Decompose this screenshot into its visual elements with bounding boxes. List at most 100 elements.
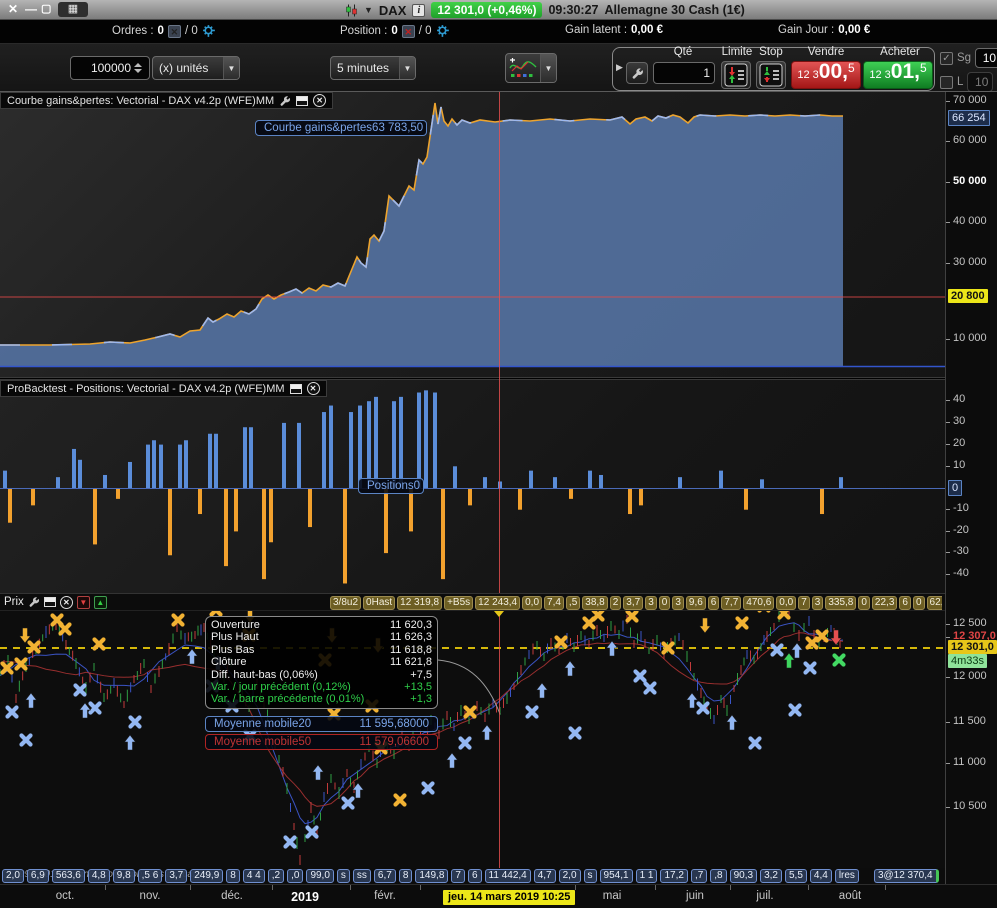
trade-chip: 335,8 bbox=[825, 596, 857, 610]
price-axis[interactable]: 70 000 66 254 60 000 50 000 40 000 30 000 20 8… bbox=[945, 92, 997, 884]
price-panel-title: Prix bbox=[4, 596, 24, 608]
instrument-header: ▼ DAX i 12 301,0 (+0,46%) 09:30:27 Allem… bbox=[345, 0, 745, 20]
close-panel-icon[interactable]: ✕ bbox=[313, 94, 327, 107]
restore-window-icon[interactable] bbox=[296, 95, 309, 106]
close-panel-icon[interactable]: ✕ bbox=[306, 382, 320, 395]
trade-chip: 22,3 bbox=[871, 596, 898, 610]
axis-tick bbox=[655, 885, 656, 890]
ma50-label[interactable]: Moyenne mobile50 11 579,06600 bbox=[205, 734, 438, 750]
stop-gain-pts-input[interactable]: 10 bbox=[975, 48, 997, 68]
axis-value-highlight: 66 254 bbox=[948, 110, 990, 126]
minimize-window-icon[interactable]: — bbox=[25, 2, 37, 17]
axis-tick bbox=[105, 885, 106, 890]
trade-chip: 3 bbox=[645, 596, 657, 610]
sell-price-main: 00, bbox=[818, 60, 848, 83]
trade-chip: 7 bbox=[451, 869, 465, 883]
quantity-spinner[interactable] bbox=[131, 63, 145, 73]
trade-marker-arrow bbox=[24, 692, 38, 709]
positions-label[interactable]: Positions 0 bbox=[358, 478, 424, 494]
trade-marker-cross bbox=[777, 611, 791, 620]
ma20-label-value: 11 595,68000 bbox=[359, 718, 430, 730]
stop-loss-pts-input[interactable]: 10 bbox=[967, 72, 994, 92]
chevron-down-icon: ▼ bbox=[540, 54, 556, 82]
restore-window-icon[interactable] bbox=[43, 597, 56, 607]
price-chart-panel[interactable]: Ouverture 11 620,3 Plus Haut 11 626,3 Plus B… bbox=[0, 611, 945, 868]
quantity-stepper[interactable]: 100000 bbox=[70, 56, 150, 80]
candlestick-icon[interactable] bbox=[345, 4, 358, 17]
time-axis[interactable]: jeu. 14 mars 2019 10:25 oct. nov. déc. 2019… bbox=[0, 884, 997, 908]
position-settings-icon[interactable] bbox=[436, 24, 451, 38]
maximize-window-icon[interactable]: ▢ bbox=[41, 2, 51, 17]
instrument-name[interactable]: DAX bbox=[379, 3, 406, 18]
trade-marker-arrow bbox=[790, 642, 804, 659]
buy-button[interactable]: 12 3 01, 5 bbox=[863, 61, 933, 89]
unrealized-gain-label: Gain latent : bbox=[565, 24, 628, 36]
tooltip-row: Var. / barre précédente (0,01%) +1,3 bbox=[211, 693, 432, 705]
trade-chip: 6,7 bbox=[373, 869, 396, 883]
wrench-icon[interactable] bbox=[279, 95, 291, 107]
axis-tick bbox=[946, 531, 950, 532]
limit-order-button[interactable] bbox=[721, 61, 751, 89]
trade-chip: 0,0 bbox=[776, 596, 797, 610]
clock-time: 09:30:27 bbox=[548, 3, 599, 17]
equity-curve-panel[interactable]: Courbe gains&pertes: Vectorial - DAX v4.… bbox=[0, 92, 945, 377]
trade-marker-cross bbox=[393, 793, 407, 807]
close-position-icon[interactable]: ✕ bbox=[401, 24, 415, 38]
trade-marker-cross bbox=[832, 653, 846, 667]
trade-chip: 12 243,4 bbox=[475, 596, 521, 610]
axis-tick bbox=[808, 885, 809, 890]
buy-price-sup: 5 bbox=[919, 61, 927, 75]
positions-bar-chart[interactable] bbox=[0, 380, 945, 593]
restore-window-icon[interactable] bbox=[289, 383, 302, 394]
chart-type-button[interactable]: ▼ bbox=[505, 53, 557, 83]
axis-tick bbox=[946, 509, 950, 510]
trade-chip: 9,6 bbox=[685, 596, 706, 610]
collapse-panel-icon[interactable]: ▶ bbox=[616, 62, 623, 73]
close-panel-icon[interactable]: ✕ bbox=[59, 595, 73, 609]
trade-chip: 2 bbox=[609, 596, 622, 610]
trade-marker-cross bbox=[458, 736, 472, 750]
equity-panel-title: Courbe gains&pertes: Vectorial - DAX v4.… bbox=[7, 94, 275, 107]
stop-gain-checkbox[interactable]: ✓ bbox=[940, 51, 953, 65]
trade-marker-arrow bbox=[685, 692, 699, 709]
ma20-label-text: Moyenne mobile20 bbox=[214, 718, 312, 730]
positions-panel[interactable]: ProBacktest - Positions: Vectorial - DAX… bbox=[0, 380, 945, 593]
keyboard-icon[interactable]: ▦ bbox=[58, 2, 88, 17]
price-panel-header: Prix ✕ ▼ ▲ 3/8u2 0Hast 12 319,8 +B5s 12 243,… bbox=[0, 593, 945, 611]
equity-curve-label[interactable]: Courbe gains&pertes 63 783,50 bbox=[255, 120, 427, 136]
trade-chip: 7 bbox=[798, 596, 810, 610]
trade-chip: 11 442,4 bbox=[484, 869, 531, 883]
sell-button[interactable]: 12 3 00, 5 bbox=[791, 61, 861, 89]
ma20-label[interactable]: Moyenne mobile20 11 595,68000 bbox=[205, 716, 438, 732]
stop-gain-label: Sg bbox=[957, 52, 972, 64]
stop-order-button[interactable] bbox=[756, 61, 786, 89]
qty-value: 1 bbox=[703, 66, 710, 80]
axis-value-highlight: 0 bbox=[948, 480, 963, 496]
qty-input[interactable]: 1 bbox=[653, 62, 715, 84]
trade-marker-cross bbox=[305, 825, 319, 839]
trade-chip: 0 bbox=[858, 596, 870, 610]
stop-loss-label: L bbox=[957, 76, 964, 88]
orders-suffix: / 0 bbox=[184, 25, 198, 37]
info-icon[interactable]: i bbox=[412, 3, 426, 17]
trade-chip: 6 bbox=[899, 596, 911, 610]
order-settings-button[interactable] bbox=[626, 62, 648, 84]
equity-curve-chart[interactable] bbox=[0, 92, 945, 377]
wrench-icon[interactable] bbox=[28, 596, 40, 608]
chevron-down-icon[interactable]: ▼ bbox=[364, 5, 373, 15]
buy-marker-toggle-icon[interactable]: ▲ bbox=[93, 595, 107, 609]
orders-settings-icon[interactable] bbox=[202, 24, 217, 38]
axis-tick bbox=[420, 885, 421, 890]
tooltip-row: Diff. haut-bas (0,06%) +7,5 bbox=[211, 669, 432, 681]
trade-marker-arrow bbox=[78, 702, 92, 719]
close-window-icon[interactable]: ✕ bbox=[8, 2, 18, 17]
trade-result-strip: ©1997-2019 Finance.com Données indicativ… bbox=[0, 868, 945, 884]
timeframe-dropdown[interactable]: 5 minutes ▼ bbox=[330, 56, 416, 80]
trade-marker-cross bbox=[128, 715, 142, 729]
price-candlestick-chart[interactable] bbox=[0, 611, 945, 868]
units-dropdown[interactable]: (x) unités ▼ bbox=[152, 56, 240, 80]
sell-marker-toggle-icon[interactable]: ▼ bbox=[76, 595, 90, 609]
trade-marker-arrow bbox=[782, 652, 796, 669]
stop-loss-checkbox[interactable] bbox=[940, 75, 953, 89]
cancel-orders-icon[interactable]: ✕ bbox=[167, 24, 181, 38]
